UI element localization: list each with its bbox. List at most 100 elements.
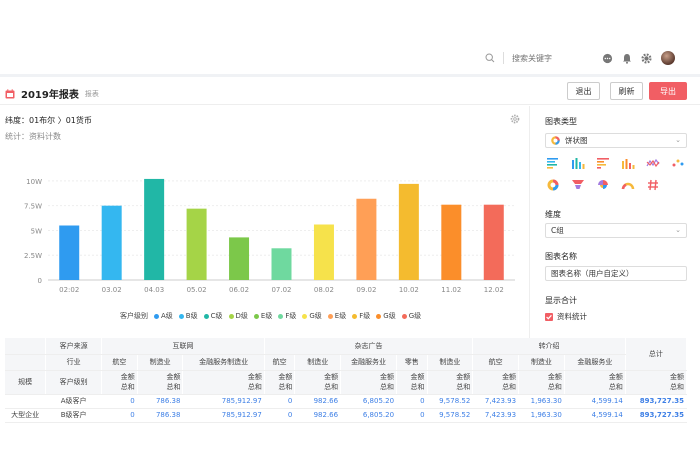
legend-dot xyxy=(327,313,333,319)
legend-item[interactable]: F级 xyxy=(278,311,296,321)
table-header-col: 金融服务业 xyxy=(340,354,398,371)
chart-type-grid xyxy=(545,156,686,192)
chart-name-input[interactable]: 图表名称（用户自定义） xyxy=(545,266,687,281)
table-header-internet: 互联网 xyxy=(101,338,265,355)
level-cell: A级客户 xyxy=(45,394,103,409)
value-cell: 9,578.52 xyxy=(427,408,474,423)
bar[interactable] xyxy=(441,204,462,280)
value-cell: 9,578.52 xyxy=(427,394,474,409)
metric-header: 金额 总和 xyxy=(472,370,520,395)
column-chart-icon[interactable] xyxy=(620,156,636,170)
total-cell: 893,727.35 xyxy=(625,408,688,423)
table-header-col: 制造业 xyxy=(427,354,474,371)
refresh-button[interactable]: 刷新 xyxy=(610,82,643,100)
show-total-checkbox[interactable]: 资料统计 xyxy=(545,311,587,322)
legend-dot xyxy=(203,313,209,319)
bar[interactable] xyxy=(483,204,504,280)
legend-item[interactable]: B级 xyxy=(178,311,198,321)
x-tick-label: 12.02 xyxy=(484,286,504,294)
legend-dot xyxy=(376,313,382,319)
dimension-select[interactable]: C组 ⌄ xyxy=(545,223,687,238)
table-header-level: 客户级别 xyxy=(45,370,103,395)
gear-icon[interactable] xyxy=(641,52,652,64)
chart-type-value: 饼状图 xyxy=(565,136,588,145)
search-input[interactable] xyxy=(512,53,592,63)
search-icon[interactable] xyxy=(485,53,495,63)
scatter-chart-icon[interactable] xyxy=(670,156,686,170)
table-header-col: 航空 xyxy=(472,354,520,371)
pie-chart-icon xyxy=(551,136,560,145)
bar[interactable] xyxy=(101,205,122,280)
legend-dot xyxy=(228,313,234,319)
bar[interactable] xyxy=(313,224,334,280)
value-cell: 785,912.97 xyxy=(182,408,265,423)
value-cell: 4,599.14 xyxy=(564,408,626,423)
bar[interactable] xyxy=(59,225,80,281)
dimension-label: 维度 xyxy=(545,210,561,219)
legend-dot xyxy=(352,313,358,319)
legend-item[interactable]: D级 xyxy=(228,311,248,321)
legend-item[interactable]: E级 xyxy=(253,311,272,321)
value-cell: 0 xyxy=(101,408,138,423)
legend-item[interactable]: E级 xyxy=(327,311,346,321)
pivot-table-icon[interactable] xyxy=(645,178,661,192)
chevron-down-icon: ⌄ xyxy=(675,226,681,234)
metric-header: 金额 总和 xyxy=(396,370,428,395)
donut-chart-icon[interactable] xyxy=(545,178,561,192)
chart-settings-icon[interactable] xyxy=(510,114,520,124)
legend-item[interactable]: C级 xyxy=(203,311,223,321)
export-button[interactable]: 导出 xyxy=(649,82,687,100)
table-header-magazine: 杂志广告 xyxy=(264,338,474,355)
x-tick-label: 02:02 xyxy=(59,286,79,294)
y-tick-label: 2.5W xyxy=(24,252,42,260)
x-tick-label: 07.02 xyxy=(271,286,291,294)
funnel-chart-icon[interactable] xyxy=(570,178,586,192)
value-cell: 0 xyxy=(264,394,296,409)
bar[interactable] xyxy=(271,248,292,280)
legend-item[interactable]: G级 xyxy=(401,311,421,321)
avatar[interactable] xyxy=(661,51,675,65)
search-box[interactable] xyxy=(485,52,592,64)
bar[interactable] xyxy=(229,237,250,280)
bar-vertical-icon[interactable] xyxy=(570,156,586,170)
chart-type-select[interactable]: 饼状图 ⌄ xyxy=(545,133,687,148)
legend-item[interactable]: F级 xyxy=(352,311,370,321)
dimension-value: C组 xyxy=(551,226,564,235)
metric-header: 金额 总和 xyxy=(294,370,342,395)
y-tick-label: 7.5W xyxy=(24,203,42,211)
metric-header: 金额 总和 xyxy=(518,370,565,395)
legend-label: F级 xyxy=(285,312,297,320)
bell-icon[interactable] xyxy=(622,53,632,64)
value-cell: 786.38 xyxy=(137,408,184,423)
bar[interactable] xyxy=(398,183,419,280)
value-cell: 0 xyxy=(396,394,428,409)
value-cell: 0 xyxy=(264,408,296,423)
bar[interactable] xyxy=(186,208,207,280)
bar-horizontal-icon[interactable] xyxy=(545,156,561,170)
bar[interactable] xyxy=(356,198,377,280)
table-header-col: 制造业 xyxy=(137,354,184,371)
legend-item[interactable]: G级 xyxy=(302,311,322,321)
table-header-industry: 行业 xyxy=(45,354,103,371)
gauge-chart-icon[interactable] xyxy=(620,178,636,192)
legend-label: B级 xyxy=(185,312,198,320)
x-tick-label: 03.02 xyxy=(102,286,122,294)
metric-header: 金额 总和 xyxy=(137,370,184,395)
y-tick-label: 10W xyxy=(26,178,42,186)
stat-label: 统计：资料计数 xyxy=(5,132,61,141)
chart-type-label: 图表类型 xyxy=(545,117,577,126)
legend-item[interactable]: G级 xyxy=(376,311,396,321)
rose-chart-icon[interactable] xyxy=(595,178,611,192)
table-row: A级客户 0 786.38 785,912.97 0 982.66 6,805.20 0 9,5… xyxy=(5,394,688,409)
bar[interactable] xyxy=(144,178,165,280)
exit-button[interactable]: 退出 xyxy=(567,82,600,100)
legend-item[interactable]: A级 xyxy=(154,311,173,321)
scale-cell: 大型企业 xyxy=(5,408,47,423)
chart-legend: 客户级别 A级 B级 C级 D级 E级 F级 G级 E级 F级 G级 G级 xyxy=(120,311,421,321)
metric-header: 金额 总和 xyxy=(340,370,398,395)
checkbox-checked-icon[interactable] xyxy=(545,312,553,321)
bar-stacked-icon[interactable] xyxy=(595,156,611,170)
y-tick-label: 5W xyxy=(31,227,42,235)
line-chart-icon[interactable] xyxy=(645,156,661,170)
message-icon[interactable] xyxy=(602,53,613,64)
